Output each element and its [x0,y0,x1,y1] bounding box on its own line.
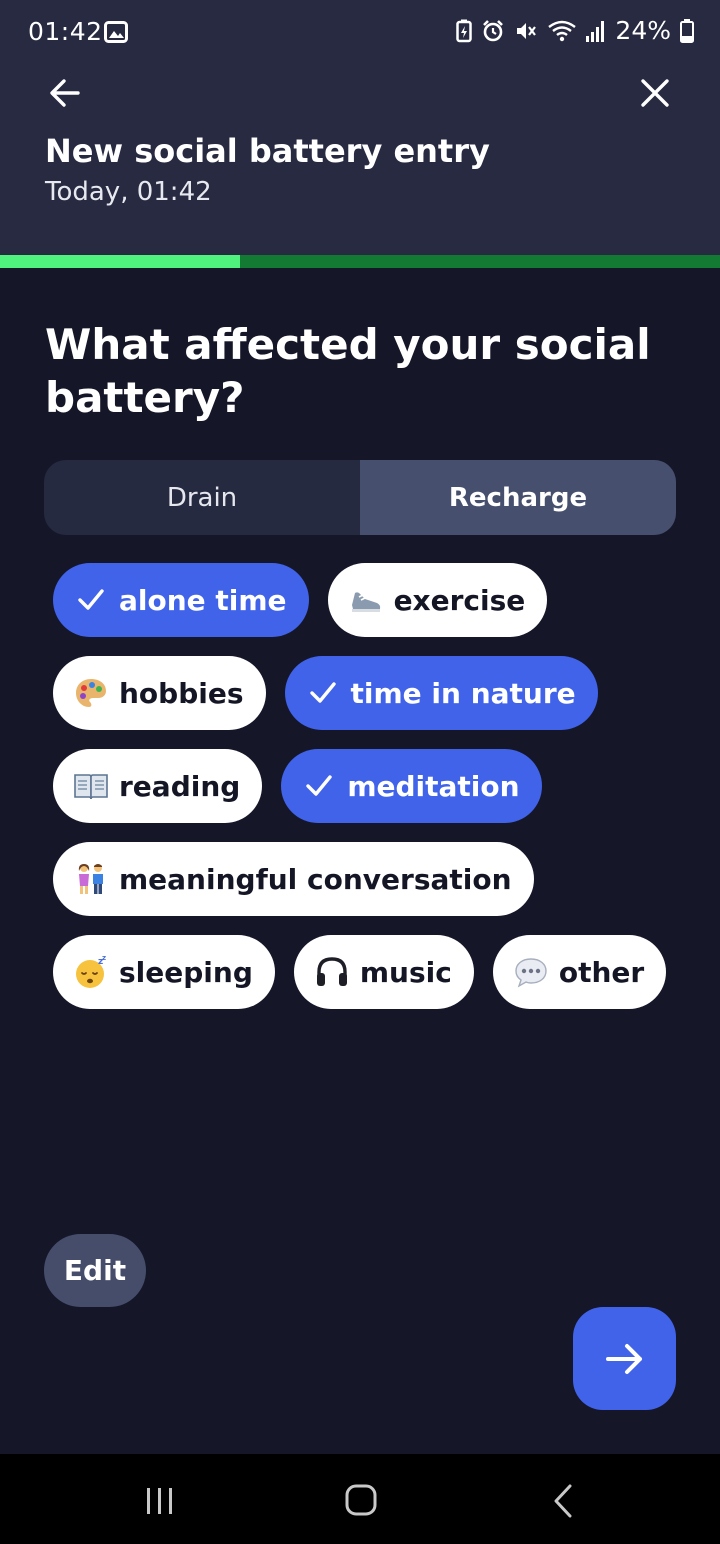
chip-label: music [359,955,452,989]
chip-label: reading [119,769,241,803]
headphones-icon [314,954,350,990]
status-bar: 01:42 24% [0,0,720,64]
question-heading: What affected your social battery? [45,320,651,422]
chip-exercise[interactable]: exercise [327,563,548,637]
chip-hobbies[interactable]: hobbies [53,656,266,730]
system-back-icon[interactable] [552,1484,574,1518]
status-time: 01:42 [28,17,103,46]
chip-meditation[interactable]: meditation [281,749,542,823]
chip-label: sleeping [119,955,253,989]
check-icon [301,768,337,804]
battery-saver-icon [456,19,473,42]
factor-chips: alone time exercise hobbies time in natu… [53,563,683,1009]
progress-bar [0,255,720,268]
people-icon [73,861,109,897]
next-button[interactable] [573,1307,676,1410]
battery-percent: 24% [615,16,671,45]
book-icon [73,768,109,804]
chip-label: other [558,955,645,989]
chip-other[interactable]: other [492,935,667,1009]
wifi-icon [548,20,577,41]
signal-icon [586,20,605,42]
image-icon [104,21,128,43]
chip-time-in-nature[interactable]: time in nature [284,656,598,730]
chip-alone-time[interactable]: alone time [53,563,309,637]
home-icon[interactable] [345,1484,377,1516]
status-icons: 24% [456,16,694,45]
check-icon [305,675,341,711]
chip-label: alone time [119,583,287,617]
check-icon [73,582,109,618]
svg-text:z: z [102,955,106,962]
chip-sleeping[interactable]: z z sleeping [53,935,275,1009]
header: 01:42 24% New social battery entry Today… [0,0,720,255]
edit-button[interactable]: Edit [44,1234,146,1307]
progress-fill [0,255,240,268]
chip-label: time in nature [350,676,576,710]
entry-title: New social battery entry [45,132,490,170]
chip-label: meaningful conversation [119,862,512,896]
recent-apps-icon[interactable] [144,1488,176,1514]
alarm-icon [483,19,504,41]
mute-icon [517,22,537,39]
sneaker-icon [348,582,384,618]
system-nav-bar [0,1454,720,1544]
close-icon[interactable] [634,72,676,114]
segment-recharge[interactable]: Recharge [360,460,676,535]
chip-label: meditation [347,769,520,803]
chip-reading[interactable]: reading [53,749,263,823]
chip-meaningful-conversation[interactable]: meaningful conversation [53,842,534,916]
speech-bubble-icon [513,954,549,990]
arrow-right-icon [605,1343,642,1374]
arrow-left-icon[interactable] [44,72,86,114]
palette-icon [73,675,109,711]
sleeping-face-icon: z z [73,954,109,990]
chip-music[interactable]: music [293,935,474,1009]
chip-label: hobbies [119,676,244,710]
segmented-control: Drain Recharge [44,460,676,535]
segment-drain[interactable]: Drain [44,460,360,535]
battery-icon [680,18,694,43]
entry-timestamp: Today, 01:42 [45,177,212,207]
chip-label: exercise [393,583,526,617]
